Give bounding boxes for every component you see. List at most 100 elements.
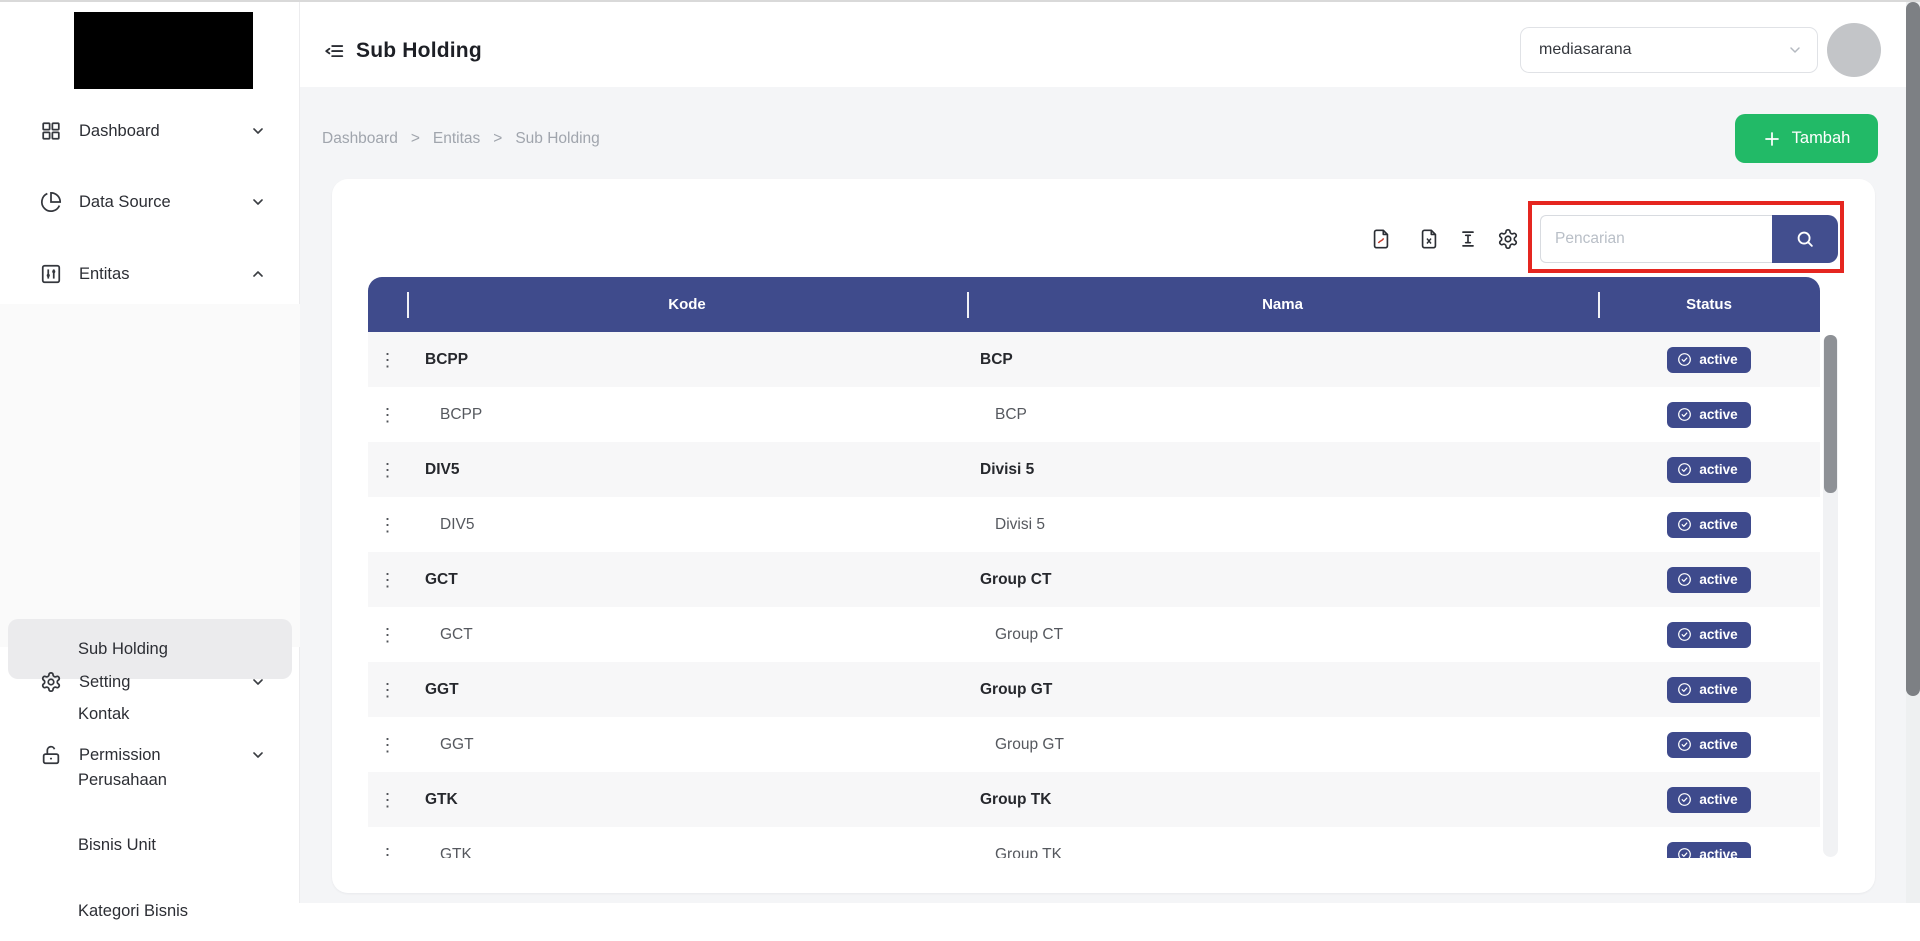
- cell-nama: BCP: [967, 406, 1598, 424]
- status-badge: active: [1667, 677, 1750, 703]
- status-badge: active: [1667, 622, 1750, 648]
- sidebar-item-label: Permission: [79, 746, 161, 765]
- cell-kode: BCPP: [407, 351, 967, 369]
- check-circle-icon: [1677, 407, 1692, 422]
- table-scrollbar-thumb[interactable]: [1824, 335, 1837, 493]
- row-menu-button[interactable]: ⋮: [379, 571, 397, 589]
- cell-kode: GTK: [407, 791, 967, 809]
- sidebar-item-kategori-bisnis[interactable]: Kategori Bisnis: [0, 881, 300, 941]
- chevron-down-icon: [250, 123, 266, 139]
- table-row: ⋮ BCPP BCP active: [368, 332, 1820, 387]
- table-settings-icon[interactable]: [1497, 228, 1519, 250]
- breadcrumb-item-dashboard[interactable]: Dashboard: [322, 130, 398, 148]
- table-header: Kode Nama Status: [368, 277, 1820, 332]
- row-menu-button[interactable]: ⋮: [379, 626, 397, 644]
- table-row: ⋮ DIV5 Divisi 5 active: [368, 442, 1820, 497]
- chevron-down-icon: [1787, 42, 1803, 58]
- page-title: Sub Holding: [356, 39, 482, 63]
- cell-nama: Group GT: [967, 736, 1598, 754]
- check-circle-icon: [1677, 517, 1692, 532]
- grid-icon: [40, 120, 62, 142]
- status-badge: active: [1667, 787, 1750, 813]
- search-icon: [1794, 228, 1816, 250]
- row-menu-button[interactable]: ⋮: [379, 516, 397, 534]
- sidebar-item-setting[interactable]: Setting: [0, 657, 300, 707]
- export-excel-icon[interactable]: [1418, 228, 1440, 250]
- sidebar-item-label: Sub Holding: [78, 640, 168, 659]
- table-row: ⋮ GTK Group TK active: [368, 827, 1820, 858]
- cell-kode: GCT: [407, 626, 967, 644]
- pie-chart-icon: [40, 191, 62, 213]
- cell-nama: BCP: [967, 351, 1598, 369]
- chevron-down-icon: [250, 674, 266, 690]
- chevron-up-icon: [250, 266, 266, 282]
- cell-nama: Group TK: [967, 846, 1598, 859]
- check-circle-icon: [1677, 352, 1692, 367]
- table-row: ⋮ GCT Group CT active: [368, 552, 1820, 607]
- entitas-submenu: Sub Holding Kontak Perusahaan Bisnis Uni…: [0, 304, 300, 647]
- status-badge: active: [1667, 457, 1750, 483]
- sidebar-item-entitas[interactable]: Entitas: [0, 249, 300, 299]
- cell-nama: Divisi 5: [967, 516, 1598, 534]
- cell-kode: DIV5: [407, 516, 967, 534]
- sidebar-item-bisnis-unit[interactable]: Bisnis Unit: [0, 815, 300, 875]
- search-input[interactable]: [1540, 215, 1772, 263]
- collapse-sidebar-icon[interactable]: [322, 41, 346, 63]
- unlock-icon: [40, 744, 62, 766]
- search-button[interactable]: [1772, 215, 1838, 263]
- row-menu-button[interactable]: ⋮: [379, 461, 397, 479]
- sidebar-item-permission[interactable]: Permission: [0, 730, 300, 780]
- row-menu-button[interactable]: ⋮: [379, 846, 397, 859]
- gear-icon: [40, 671, 62, 693]
- add-button-label: Tambah: [1792, 129, 1851, 148]
- table-row: ⋮ BCPP BCP active: [368, 387, 1820, 442]
- status-badge: active: [1667, 732, 1750, 758]
- plus-icon: [1763, 130, 1781, 148]
- cell-kode: GGT: [407, 736, 967, 754]
- table-row: ⋮ GGT Group GT active: [368, 717, 1820, 772]
- cell-nama: Group CT: [967, 626, 1598, 644]
- header-cell-kode: Kode: [407, 296, 967, 313]
- header-divider: [967, 292, 969, 318]
- tenant-select[interactable]: mediasarana: [1520, 27, 1818, 73]
- row-menu-button[interactable]: ⋮: [379, 736, 397, 754]
- breadcrumb-item-entitas[interactable]: Entitas: [433, 130, 480, 148]
- sidebar-item-data-source[interactable]: Data Source: [0, 177, 300, 227]
- breadcrumb-separator: >: [493, 130, 502, 148]
- table-body: ⋮ BCPP BCP active ⋮ BCPP BCP active ⋮ DI…: [368, 332, 1820, 858]
- export-pdf-icon[interactable]: [1370, 228, 1392, 250]
- header-divider: [1598, 292, 1600, 318]
- chevron-down-icon: [250, 194, 266, 210]
- row-menu-button[interactable]: ⋮: [379, 351, 397, 369]
- table-row: ⋮ GGT Group GT active: [368, 662, 1820, 717]
- sidebar-item-label: Kategori Bisnis: [78, 902, 188, 921]
- company-logo[interactable]: [74, 12, 253, 89]
- row-height-icon[interactable]: [1457, 228, 1479, 250]
- breadcrumb: Dashboard > Entitas > Sub Holding: [322, 130, 600, 148]
- row-menu-button[interactable]: ⋮: [379, 406, 397, 424]
- cell-nama: Group TK: [967, 791, 1598, 809]
- page-scrollbar-thumb[interactable]: [1906, 2, 1920, 696]
- add-button[interactable]: Tambah: [1735, 114, 1878, 163]
- cell-nama: Group GT: [967, 681, 1598, 699]
- table-row: ⋮ GTK Group TK active: [368, 772, 1820, 827]
- cell-kode: GCT: [407, 571, 967, 589]
- header-cell-status: Status: [1598, 296, 1820, 313]
- tenant-select-value: mediasarana: [1539, 41, 1632, 59]
- avatar[interactable]: [1827, 23, 1881, 77]
- check-circle-icon: [1677, 682, 1692, 697]
- sidebar-item-label: Setting: [79, 673, 130, 692]
- header-divider: [407, 292, 409, 318]
- check-circle-icon: [1677, 627, 1692, 642]
- sidebar-item-label: Data Source: [79, 193, 171, 212]
- row-menu-button[interactable]: ⋮: [379, 791, 397, 809]
- cell-nama: Group CT: [967, 571, 1598, 589]
- check-circle-icon: [1677, 847, 1692, 859]
- cell-kode: BCPP: [407, 406, 967, 424]
- sidebar-item-dashboard[interactable]: Dashboard: [0, 106, 300, 156]
- status-badge: active: [1667, 842, 1750, 859]
- cell-kode: GGT: [407, 681, 967, 699]
- check-circle-icon: [1677, 737, 1692, 752]
- row-menu-button[interactable]: ⋮: [379, 681, 397, 699]
- cell-kode: DIV5: [407, 461, 967, 479]
